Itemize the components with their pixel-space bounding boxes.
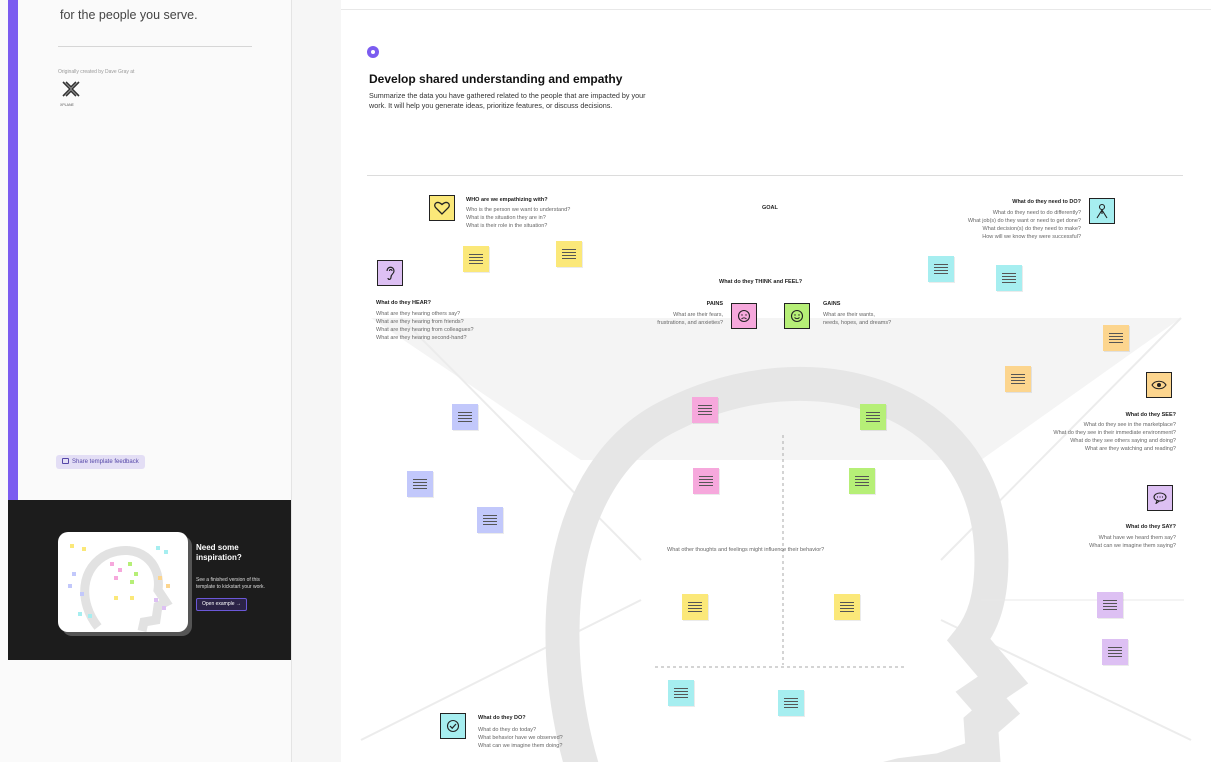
share-feedback-label: Share template feedback <box>72 459 139 465</box>
sticky-note[interactable] <box>463 246 489 272</box>
sidebar-accent-bar <box>8 0 18 500</box>
gains-title: GAINS <box>823 301 841 307</box>
sticky-note[interactable] <box>928 256 954 282</box>
see-title: What do they SEE? <box>1125 412 1176 418</box>
empathy-map-background <box>360 317 1192 762</box>
promo-title: Need some inspiration? <box>196 543 242 562</box>
hear-title: What do they HEAR? <box>376 300 431 306</box>
need-to-do-title: What do they need to DO? <box>1012 199 1081 205</box>
credit-text: Originally created by Dave Gray at <box>58 69 135 75</box>
sticky-note[interactable] <box>556 241 582 267</box>
inspiration-promo: Need some inspiration? See a finished ve… <box>8 500 291 660</box>
say-title: What do they SAY? <box>1125 524 1176 530</box>
speech-bubble-icon <box>1147 485 1173 511</box>
hear-question-4: What are they hearing second-hand? <box>376 335 467 341</box>
sticky-note[interactable] <box>692 397 718 423</box>
eye-icon <box>1146 372 1172 398</box>
do-question-3: What can we imagine them doing? <box>478 743 563 749</box>
sticky-note[interactable] <box>1103 325 1129 351</box>
share-feedback-button[interactable]: Share template feedback <box>56 455 145 469</box>
check-icon <box>440 713 466 739</box>
ear-icon <box>377 260 403 286</box>
gains-question-2: needs, hopes, and dreams? <box>823 320 892 326</box>
see-question-4: What are they watching and reading? <box>1084 446 1176 452</box>
sticky-note[interactable] <box>477 507 503 533</box>
heart-icon <box>429 195 455 221</box>
say-question-2: What can we imagine them saying? <box>1089 543 1176 549</box>
promo-description: See a finished version of this template … <box>196 577 265 590</box>
sticky-note[interactable] <box>407 471 433 497</box>
sticky-note[interactable] <box>1102 639 1128 665</box>
sticky-note[interactable] <box>1005 366 1031 392</box>
empathy-map-board: WHO are we empathizing with? Who is the … <box>341 0 1211 762</box>
who-title: WHO are we empathizing with? <box>466 197 548 203</box>
goal-label: GOAL <box>762 205 778 211</box>
sidebar-divider <box>58 46 252 47</box>
sticky-note[interactable] <box>452 404 478 430</box>
xplane-logo-icon: XPLANE <box>60 80 82 107</box>
sidebar-intro-text: for the people you serve. <box>60 8 198 22</box>
sticky-note[interactable] <box>849 468 875 494</box>
sticky-note[interactable] <box>693 468 719 494</box>
sticky-note[interactable] <box>682 594 708 620</box>
arrow-right-icon: → <box>235 601 241 607</box>
sticky-note[interactable] <box>860 404 886 430</box>
logo-label: XPLANE <box>60 103 74 107</box>
do-title: What do they DO? <box>478 715 526 721</box>
think-feel-title: What do they THINK and FEEL? <box>719 279 803 285</box>
sticky-note[interactable] <box>668 680 694 706</box>
frown-icon <box>731 303 757 329</box>
sticky-note[interactable] <box>1097 592 1123 618</box>
influence-question: What other thoughts and feelings might i… <box>667 547 825 553</box>
person-icon <box>1089 198 1115 224</box>
chat-icon <box>62 457 69 464</box>
sticky-note[interactable] <box>834 594 860 620</box>
open-example-button[interactable]: Open example → <box>196 598 247 611</box>
pains-title: PAINS <box>706 301 723 307</box>
who-question-3: What is their role in the situation? <box>466 223 548 229</box>
sticky-note[interactable] <box>996 265 1022 291</box>
pains-question-2: frustrations, and anxieties? <box>657 320 723 326</box>
example-preview-card[interactable] <box>58 532 188 632</box>
template-sidebar: for the people you serve. Originally cre… <box>0 0 292 762</box>
need-to-do-question-4: How will we know they were successful? <box>982 234 1081 240</box>
open-example-label: Open example <box>202 601 235 607</box>
smile-icon <box>784 303 810 329</box>
sticky-note[interactable] <box>778 690 804 716</box>
